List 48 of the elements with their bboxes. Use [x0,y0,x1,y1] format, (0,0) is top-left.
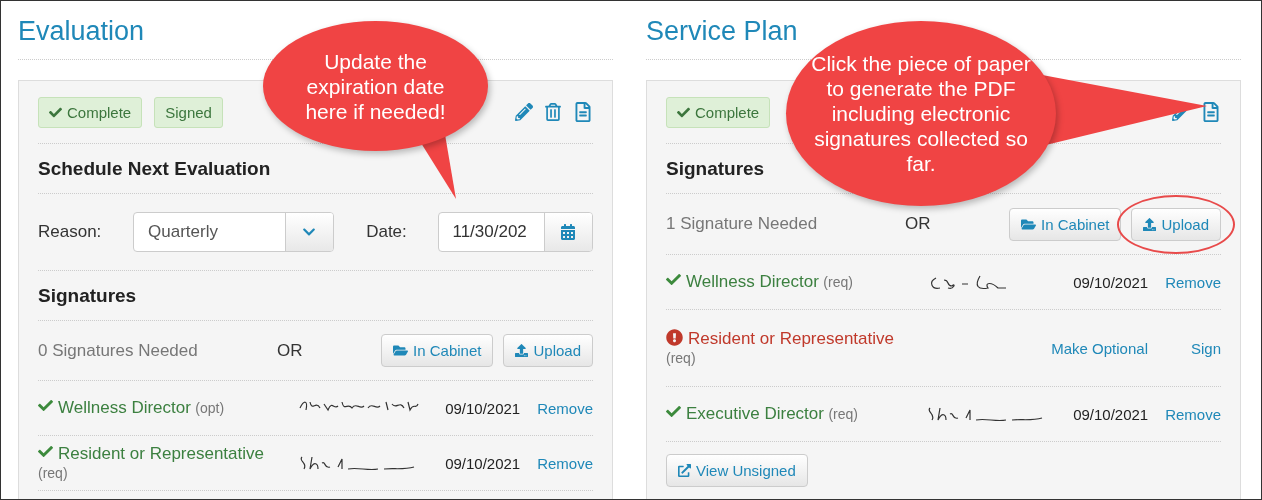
upload-icon [515,344,529,357]
pencil-icon[interactable] [515,103,533,121]
section-heading: Signatures [38,271,593,321]
row-link[interactable]: Sign [1190,339,1221,357]
or-label: OR [905,214,931,234]
document-icon[interactable] [573,102,593,122]
row-link[interactable]: Remove [537,454,593,472]
signatures-needed: 0 Signatures Needed [38,340,199,361]
field-label: Reason: [38,222,103,242]
signer-note: (req) [828,406,858,422]
upload-icon [1143,217,1157,231]
or-label: OR [277,340,303,361]
cabinet-button[interactable]: In Cabinet [381,334,494,367]
external-link-icon [678,464,691,477]
reason-select[interactable]: Quarterly [133,212,335,252]
make-optional-link[interactable]: Make Optional [1051,339,1148,357]
folder-icon [393,343,409,358]
view-unsigned-button[interactable]: View Unsigned [666,454,808,487]
signer-note: (req) [38,465,68,481]
row-link[interactable]: Remove [1165,273,1221,291]
signatures-needed: 1 Signature Needed [666,214,819,234]
upload-button[interactable]: Upload [1131,207,1221,241]
signer-note: (req) [666,350,696,366]
row-link[interactable]: Remove [1165,405,1221,423]
document-icon[interactable] [1201,102,1221,122]
trash-icon[interactable] [544,103,562,121]
signer-role: Wellness Director [686,272,819,291]
upload-button[interactable]: Upload [503,334,593,367]
signer-note: (req) [823,274,853,290]
status-badge: Complete [38,96,143,128]
signer-role: Executive Director [686,404,824,423]
field-label: Date: [366,222,408,242]
status-badge: Signed [154,96,223,128]
signer-role: Wellness Director [58,398,191,417]
status-badge: Complete [666,96,771,128]
check-icon [677,105,690,119]
row-link[interactable]: Remove [537,399,593,417]
signer-role: Resident or Representative [58,444,264,463]
signed-date: 09/10/2021 [445,399,522,417]
date-field[interactable]: 11/30/202 [438,212,593,252]
signer-role: Resident or Representative [688,329,894,348]
signer-note: (opt) [195,400,225,416]
signed-date: 09/10/2021 [1073,405,1150,423]
calendar-icon [560,224,577,240]
signed-date: 09/10/2021 [445,454,522,472]
check-icon [49,105,62,119]
signed-date: 09/10/2021 [1073,273,1150,291]
cabinet-button[interactable]: In Cabinet [1009,207,1122,241]
